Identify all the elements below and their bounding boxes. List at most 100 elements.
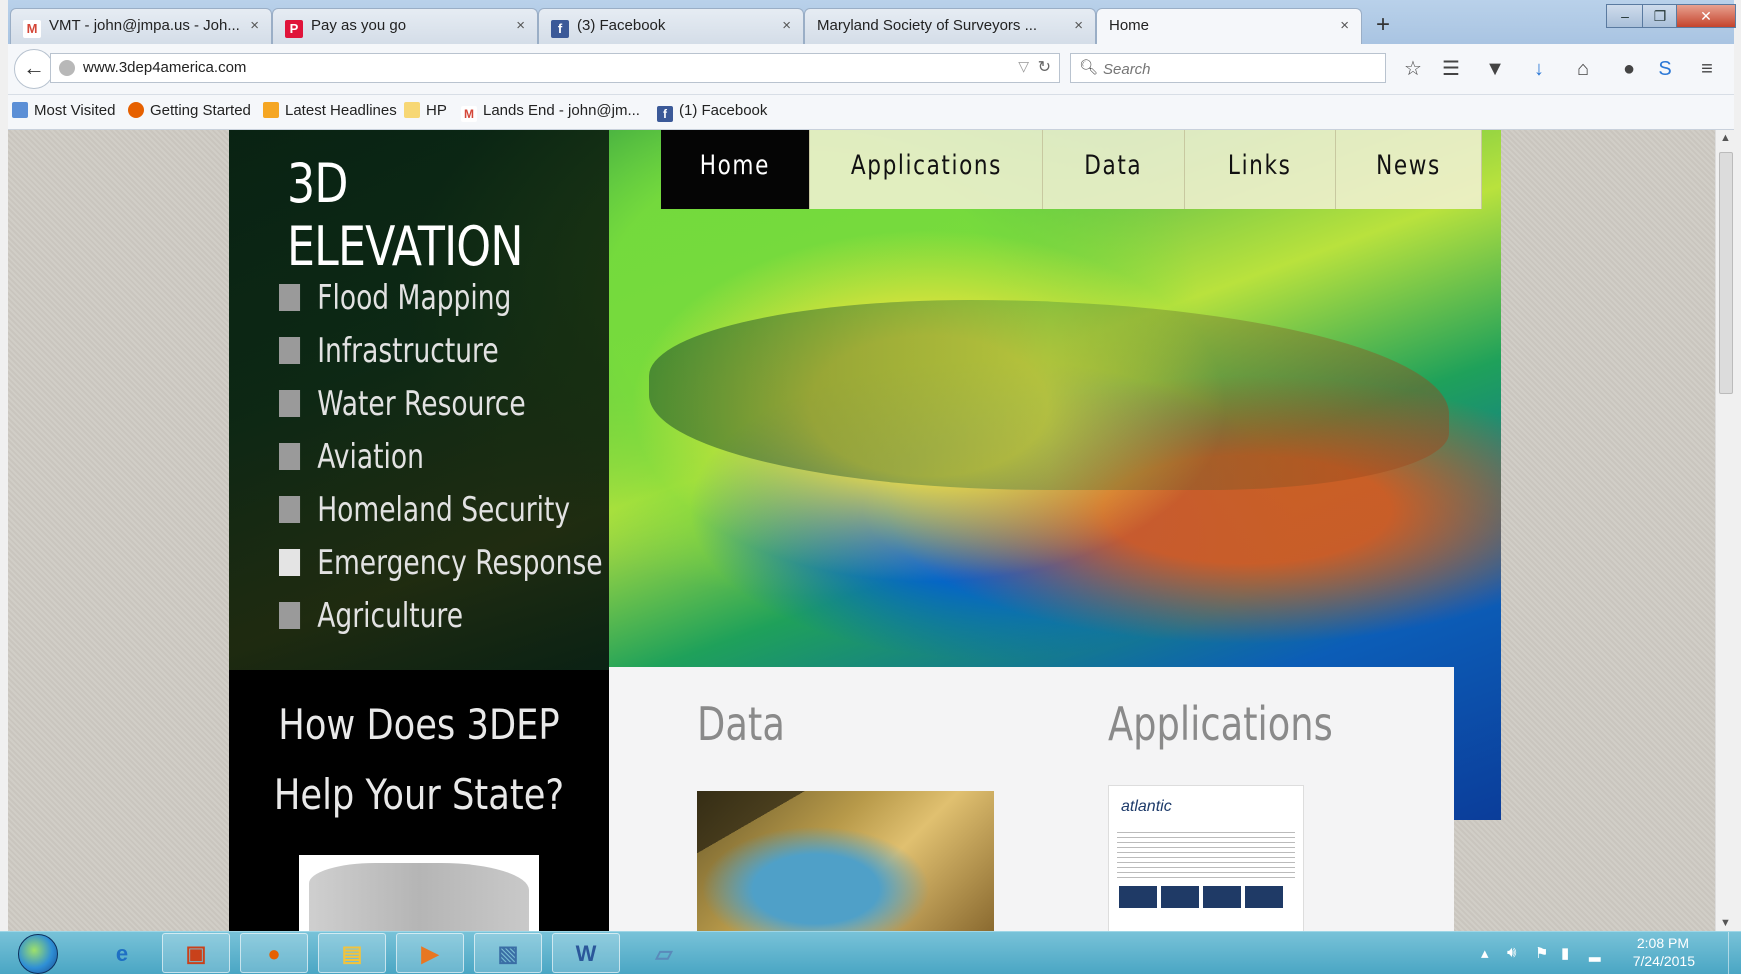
windows-taskbar: e ▣ ● ▤ ▶ ▧ W ▱ ▴ 🔊︎ ⚑ ▮ ▂ 2:08 PM 7/24/… (0, 931, 1741, 974)
bookmark-label: Most Visited (34, 102, 116, 119)
show-hidden-icons-icon[interactable]: ▴ (1481, 944, 1489, 962)
address-bar[interactable]: www.3dep4america.com ▽ ↻ (50, 53, 1060, 83)
app-item-emergency-response[interactable]: Emergency Response (279, 543, 603, 596)
media-player-icon[interactable]: ▶ (396, 933, 464, 973)
download-icon[interactable]: ↓ (1526, 56, 1552, 82)
pocket-icon[interactable]: ▼ (1482, 56, 1508, 82)
close-window-icon[interactable]: ✕ (1676, 4, 1736, 28)
nav-applications[interactable]: Applications (810, 130, 1043, 209)
data-thumbnail-image[interactable] (697, 791, 994, 931)
close-icon[interactable]: × (1074, 9, 1083, 43)
reading-list-icon[interactable]: ☰ (1438, 56, 1464, 82)
firefox-icon[interactable]: ● (240, 933, 308, 973)
app-item-flood-mapping[interactable]: Flood Mapping (279, 278, 603, 331)
bookmark-label: (1) Facebook (679, 102, 768, 119)
clock-time[interactable]: 2:08 PM (1637, 935, 1689, 951)
reload-icon[interactable]: ↻ (1038, 57, 1051, 77)
tab-maryland-surveyors[interactable]: Maryland Society of Surveyors ... × (804, 8, 1096, 44)
bookmark-latest-headlines[interactable]: Latest Headlines (263, 102, 397, 119)
close-icon[interactable]: × (1340, 9, 1349, 43)
bullet-square-icon (279, 443, 301, 470)
data-heading[interactable]: Data (697, 697, 785, 751)
internet-explorer-icon[interactable]: e (88, 933, 156, 973)
minimize-icon[interactable]: – (1606, 4, 1644, 28)
firefox-icon (128, 102, 144, 118)
nav-label: Data (1084, 150, 1143, 181)
url-text[interactable]: www.3dep4america.com (83, 59, 246, 76)
system-tray: ▴ 🔊︎ ⚑ ▮ ▂ 2:08 PM 7/24/2015 (1481, 932, 1741, 974)
close-icon[interactable]: × (250, 9, 259, 43)
site-title[interactable]: 3D ELEVATION (287, 152, 551, 278)
search-box[interactable]: 🔍︎ (1070, 53, 1386, 83)
network-signal-icon[interactable]: ▂ (1589, 944, 1601, 962)
restore-icon[interactable]: ❐ (1642, 4, 1678, 28)
search-input[interactable] (1101, 58, 1375, 80)
scroll-up-icon[interactable]: ▲ (1720, 132, 1731, 144)
show-desktop-button[interactable] (1728, 932, 1741, 974)
menu-icon[interactable]: ≡ (1694, 56, 1720, 82)
us-map-image[interactable] (299, 855, 539, 931)
file-explorer-icon[interactable]: ▤ (318, 933, 386, 973)
nav-links[interactable]: Links (1185, 130, 1336, 209)
tab-home[interactable]: Home × (1096, 8, 1362, 44)
pandora-icon: P (285, 20, 303, 38)
applications-thumbnail-image[interactable]: atlantic (1108, 785, 1304, 931)
app-item-infrastructure[interactable]: Infrastructure (279, 331, 603, 384)
rss-icon (263, 102, 279, 118)
bookmark-most-visited[interactable]: Most Visited (12, 102, 115, 119)
chat-icon[interactable]: ● (1616, 56, 1642, 82)
bookmark-star-icon[interactable]: ☆ (1400, 56, 1426, 82)
back-arrow-icon[interactable]: ← (14, 49, 54, 89)
tab-gmail[interactable]: M VMT - john@jmpa.us - Joh... × (10, 8, 272, 44)
app-label: Agriculture (317, 596, 464, 636)
home-icon[interactable]: ⌂ (1570, 56, 1596, 82)
battery-icon[interactable]: ▮ (1561, 944, 1569, 962)
app-item-aviation[interactable]: Aviation (279, 437, 603, 490)
tab-title: Home (1109, 17, 1150, 34)
bookmark-facebook[interactable]: f (1) Facebook (657, 102, 767, 122)
vertical-scrollbar[interactable]: ▲ ▼ (1715, 130, 1735, 931)
bullet-square-icon (279, 390, 301, 417)
bookmark-hp[interactable]: HP (404, 102, 447, 119)
presentation-icon[interactable]: ▣ (162, 933, 230, 973)
photo-viewer-icon[interactable]: ▧ (474, 933, 542, 973)
bookmark-lands-end[interactable]: M Lands End - john@jm... (461, 102, 640, 122)
bookmarks-toolbar: Most Visited Getting Started Latest Head… (8, 95, 1734, 130)
us-map-shape (309, 863, 529, 931)
volume-icon[interactable]: 🔊︎ (1507, 944, 1516, 961)
tab-facebook[interactable]: f (3) Facebook × (538, 8, 804, 44)
nav-label: Applications (850, 150, 1002, 181)
clock-date[interactable]: 7/24/2015 (1633, 953, 1695, 969)
history-dropdown-icon[interactable]: ▽ (1018, 58, 1029, 75)
content-panel: Data Applications atlantic (609, 667, 1454, 931)
bookmark-label: Lands End - john@jm... (483, 102, 640, 119)
skype-icon[interactable]: S (1652, 56, 1678, 82)
app-label: Aviation (317, 437, 424, 477)
scroll-thumb[interactable] (1719, 152, 1733, 394)
app-item-homeland-security[interactable]: Homeland Security (279, 490, 603, 543)
close-icon[interactable]: × (516, 9, 525, 43)
app-item-agriculture[interactable]: Agriculture (279, 596, 603, 649)
tab-pay-as-you-go[interactable]: P Pay as you go × (272, 8, 538, 44)
app-item-water-resource[interactable]: Water Resource (279, 384, 603, 437)
action-center-flag-icon[interactable]: ⚑ (1535, 944, 1548, 962)
app-label: Infrastructure (317, 331, 499, 371)
tab-title: VMT - john@jmpa.us - Joh... (49, 17, 240, 34)
app-label: Homeland Security (317, 490, 571, 530)
start-button-icon[interactable] (18, 934, 58, 974)
bullet-square-icon (279, 549, 301, 576)
scroll-down-icon[interactable]: ▼ (1720, 917, 1731, 929)
bullet-square-icon (279, 602, 301, 629)
nav-news[interactable]: News (1336, 130, 1482, 209)
bookmark-getting-started[interactable]: Getting Started (128, 102, 251, 119)
new-tab-button[interactable]: + (1368, 10, 1398, 40)
applications-heading[interactable]: Applications (1108, 697, 1333, 751)
word-icon[interactable]: W (552, 933, 620, 973)
application-list: Flood Mapping Infrastructure Water Resou… (279, 278, 694, 649)
nav-home[interactable]: Home (661, 130, 810, 209)
help-your-state-box[interactable]: How Does 3DEP Help Your State? (229, 670, 609, 931)
tab-title: (3) Facebook (577, 17, 666, 34)
close-icon[interactable]: × (782, 9, 791, 43)
notes-icon[interactable]: ▱ (630, 933, 698, 973)
nav-data[interactable]: Data (1043, 130, 1185, 209)
